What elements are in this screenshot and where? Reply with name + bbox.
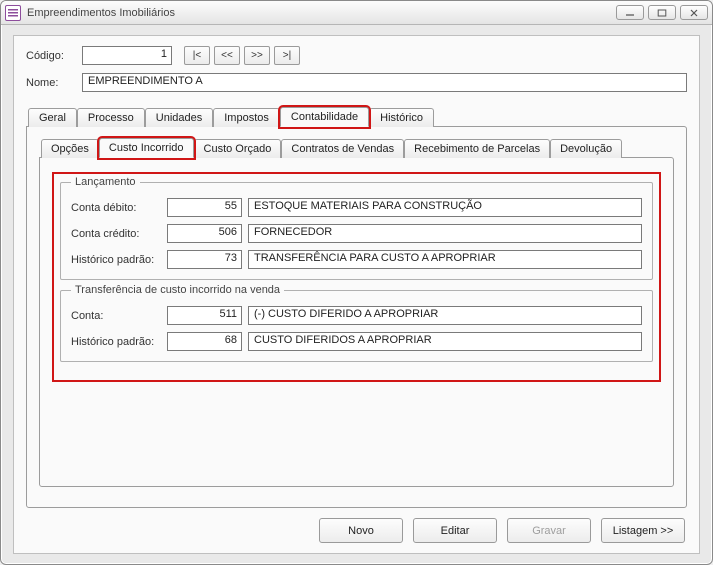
nav-first-button[interactable]: |< — [184, 46, 210, 65]
maximize-icon — [657, 9, 667, 17]
window-title: Empreendimentos Imobiliários — [27, 7, 616, 19]
row-conta-credito: Conta crédito: 506 FORNECEDOR — [71, 224, 642, 243]
transf-conta-label: Conta: — [71, 310, 161, 322]
nav-last-button[interactable]: >| — [274, 46, 300, 65]
subtab-custo-orcado[interactable]: Custo Orçado — [194, 139, 282, 158]
close-icon — [689, 9, 699, 17]
historico-lanc-desc[interactable]: TRANSFERÊNCIA PARA CUSTO A APROPRIAR — [248, 250, 642, 269]
close-button[interactable] — [680, 5, 708, 20]
record-nav: |< << >> >| — [184, 46, 300, 65]
conta-debito-label: Conta débito: — [71, 202, 161, 214]
subtab-recebimento-parcelas[interactable]: Recebimento de Parcelas — [404, 139, 550, 158]
transf-historico-label: Histórico padrão: — [71, 336, 161, 348]
conta-credito-label: Conta crédito: — [71, 228, 161, 240]
sub-tabs: Opções Custo Incorrido Custo Orçado Cont… — [39, 137, 674, 157]
tab-historico[interactable]: Histórico — [369, 108, 434, 127]
main-tabs: Geral Processo Unidades Impostos Contabi… — [26, 106, 687, 126]
app-window: Empreendimentos Imobiliários Código: 1 |… — [0, 0, 713, 565]
listagem-button[interactable]: Listagem >> — [601, 518, 685, 543]
legend-transferencia: Transferência de custo incorrido na vend… — [71, 284, 284, 296]
transf-historico-desc[interactable]: CUSTO DIFERIDOS A APROPRIAR — [248, 332, 642, 351]
conta-debito-desc[interactable]: ESTOQUE MATERIAIS PARA CONSTRUÇÃO — [248, 198, 642, 217]
row-codigo: Código: 1 |< << >> >| — [26, 46, 687, 65]
nav-prev-button[interactable]: << — [214, 46, 240, 65]
subtab-opcoes[interactable]: Opções — [41, 139, 99, 158]
tab-processo[interactable]: Processo — [77, 108, 145, 127]
subtab-contratos-vendas[interactable]: Contratos de Vendas — [281, 139, 404, 158]
row-nome: Nome: EMPREENDIMENTO A — [26, 73, 687, 92]
minimize-button[interactable] — [616, 5, 644, 20]
group-lancamento: Lançamento Conta débito: 55 ESTOQUE MATE… — [60, 176, 653, 280]
transf-conta-code[interactable]: 511 — [167, 306, 242, 325]
subtab-custo-incorrido[interactable]: Custo Incorrido — [99, 138, 194, 158]
historico-lanc-label: Histórico padrão: — [71, 254, 161, 266]
codigo-field[interactable]: 1 — [82, 46, 172, 65]
titlebar: Empreendimentos Imobiliários — [1, 1, 712, 25]
app-icon — [5, 5, 21, 21]
tab-contabilidade[interactable]: Contabilidade — [280, 107, 369, 127]
footer-buttons: Novo Editar Gravar Listagem >> — [26, 508, 687, 543]
tab-impostos[interactable]: Impostos — [213, 108, 280, 127]
highlighted-panel: Lançamento Conta débito: 55 ESTOQUE MATE… — [52, 172, 661, 382]
historico-lanc-code[interactable]: 73 — [167, 250, 242, 269]
editar-button[interactable]: Editar — [413, 518, 497, 543]
transf-historico-code[interactable]: 68 — [167, 332, 242, 351]
conta-credito-desc[interactable]: FORNECEDOR — [248, 224, 642, 243]
row-historico-lanc: Histórico padrão: 73 TRANSFERÊNCIA PARA … — [71, 250, 642, 269]
codigo-label: Código: — [26, 50, 74, 62]
gravar-button: Gravar — [507, 518, 591, 543]
client-area: Código: 1 |< << >> >| Nome: EMPREENDIMEN… — [1, 25, 712, 564]
row-conta-debito: Conta débito: 55 ESTOQUE MATERIAIS PARA … — [71, 198, 642, 217]
nome-label: Nome: — [26, 77, 74, 89]
row-transf-historico: Histórico padrão: 68 CUSTO DIFERIDOS A A… — [71, 332, 642, 351]
novo-button[interactable]: Novo — [319, 518, 403, 543]
group-transferencia: Transferência de custo incorrido na vend… — [60, 284, 653, 362]
maximize-button[interactable] — [648, 5, 676, 20]
tab-body-contabilidade: Opções Custo Incorrido Custo Orçado Cont… — [26, 126, 687, 508]
window-controls — [616, 5, 708, 20]
nav-next-button[interactable]: >> — [244, 46, 270, 65]
conta-credito-code[interactable]: 506 — [167, 224, 242, 243]
legend-lancamento: Lançamento — [71, 176, 140, 188]
subtab-devolucao[interactable]: Devolução — [550, 139, 622, 158]
conta-debito-code[interactable]: 55 — [167, 198, 242, 217]
minimize-icon — [625, 9, 635, 17]
tab-unidades[interactable]: Unidades — [145, 108, 213, 127]
inner-panel: Código: 1 |< << >> >| Nome: EMPREENDIMEN… — [13, 35, 700, 554]
transf-conta-desc[interactable]: (-) CUSTO DIFERIDO A APROPRIAR — [248, 306, 642, 325]
subtab-body: Lançamento Conta débito: 55 ESTOQUE MATE… — [39, 157, 674, 487]
row-transf-conta: Conta: 511 (-) CUSTO DIFERIDO A APROPRIA… — [71, 306, 642, 325]
tab-geral[interactable]: Geral — [28, 108, 77, 127]
nome-field[interactable]: EMPREENDIMENTO A — [82, 73, 687, 92]
